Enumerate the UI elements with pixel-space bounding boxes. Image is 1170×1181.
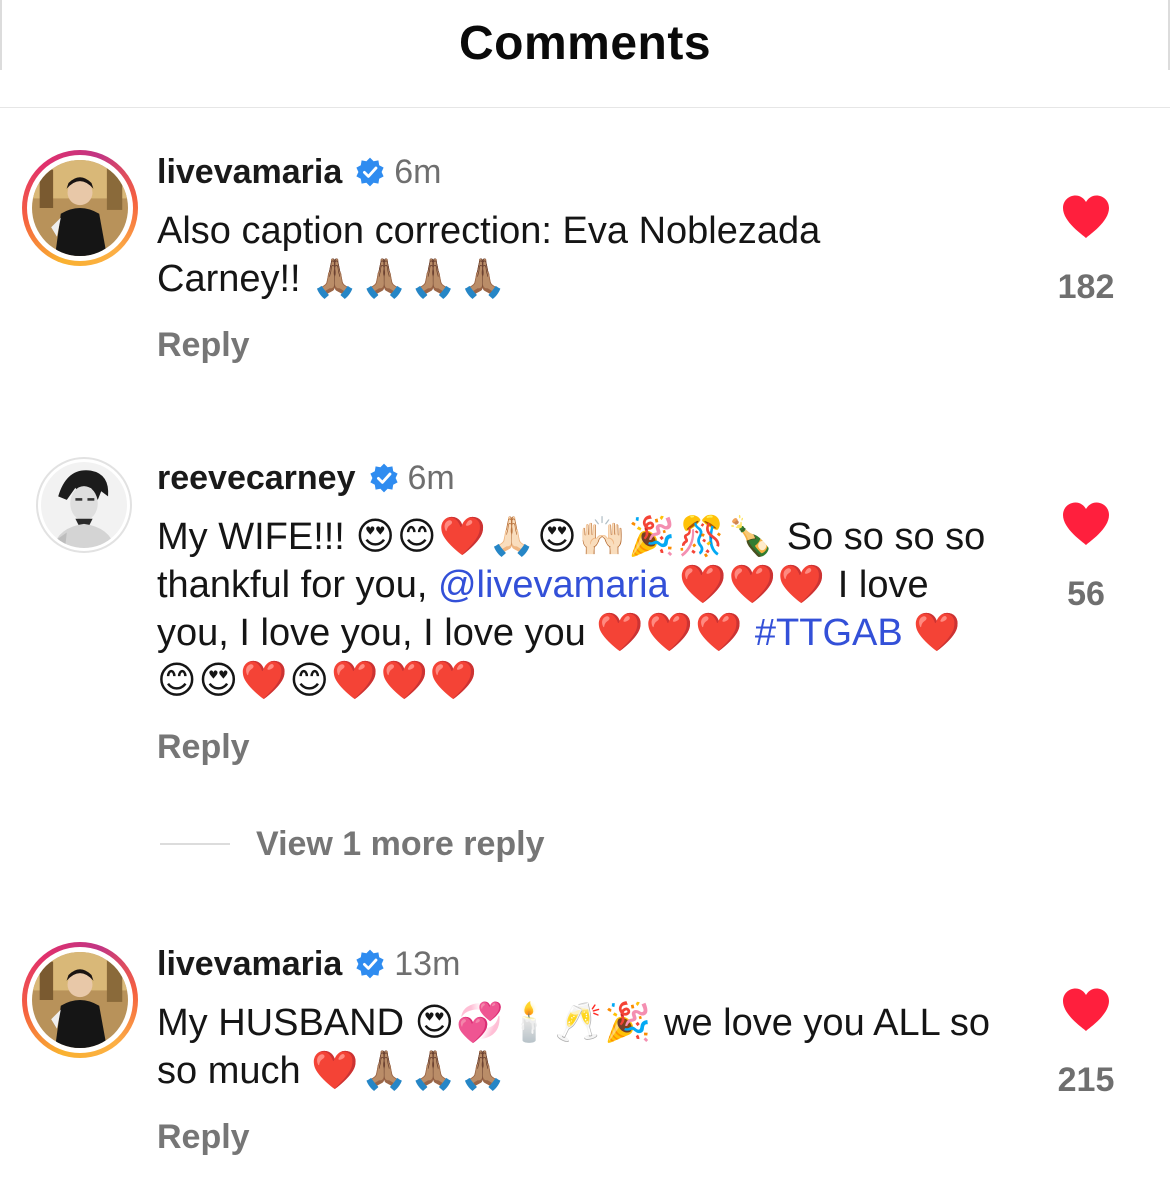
divider-line [160, 843, 230, 845]
avatar-photo [41, 462, 127, 548]
comment-emojis: ❤️🙏🏽🙏🏽🙏🏽 [311, 1050, 509, 1092]
comments-sheet: Comments livevamaria 6m Also caption cor… [0, 0, 1170, 1181]
verified-badge-icon [354, 948, 386, 980]
comment-emojis: ❤️❤️❤️ [679, 564, 828, 606]
avatar[interactable] [36, 457, 132, 553]
comment-text-content: My HUSBAND [157, 1002, 405, 1044]
like-count: 215 [1057, 1061, 1115, 1099]
like-count: 56 [1067, 575, 1105, 613]
heart-icon[interactable] [1061, 987, 1111, 1033]
view-more-label[interactable]: View 1 more reply [256, 825, 545, 864]
view-more-replies-button[interactable]: View 1 more reply [160, 822, 545, 866]
like-count: 182 [1057, 268, 1115, 306]
comment-timestamp: 6m [394, 152, 442, 191]
comment-timestamp: 6m [407, 458, 455, 497]
mention-link[interactable]: @livevamaria [438, 564, 669, 606]
comment-emojis: 😍😊❤️🙏🏻😍🙌🏻🎉🎊🍾 [355, 516, 777, 558]
hashtag-link[interactable]: #TTGAB [755, 612, 903, 654]
reply-button[interactable]: Reply [157, 728, 250, 767]
comment-emojis: 🙏🏽🙏🏽🙏🏽🙏🏽 [311, 258, 509, 300]
like-button[interactable]: 215 [1028, 987, 1144, 1100]
comment-timestamp: 13m [394, 944, 461, 983]
heart-icon[interactable] [1061, 194, 1111, 240]
heart-icon[interactable] [1061, 501, 1111, 547]
comment-text: My WIFE!!! 😍😊❤️🙏🏻😍🙌🏻🎉🎊🍾 So so so so than… [157, 513, 987, 705]
avatar[interactable] [22, 150, 138, 266]
avatar-photo [32, 952, 128, 1048]
comment-text: Also caption correction: Eva Noblezada C… [157, 207, 947, 303]
avatar-photo [32, 160, 128, 256]
verified-badge-icon [368, 462, 400, 494]
comment-username[interactable]: livevamaria [157, 945, 342, 984]
comment-username[interactable]: livevamaria [157, 153, 342, 192]
comments-header: Comments [0, 0, 1170, 108]
comment-emojis: 😍💞🕯️🥂🎉 [414, 1002, 654, 1044]
comment-text: My HUSBAND 😍💞🕯️🥂🎉 we love you ALL so so … [157, 999, 997, 1095]
page-title: Comments [458, 17, 712, 70]
reply-button[interactable]: Reply [157, 1118, 250, 1157]
like-button[interactable]: 56 [1028, 501, 1144, 614]
like-button[interactable]: 182 [1028, 194, 1144, 307]
reply-button[interactable]: Reply [157, 326, 250, 365]
comment-text-content: My WIFE!!! [157, 516, 345, 558]
avatar[interactable] [22, 942, 138, 1058]
comment-username[interactable]: reevecarney [157, 459, 356, 498]
comment-emojis: ❤️❤️❤️ [596, 612, 745, 654]
verified-badge-icon [354, 156, 386, 188]
